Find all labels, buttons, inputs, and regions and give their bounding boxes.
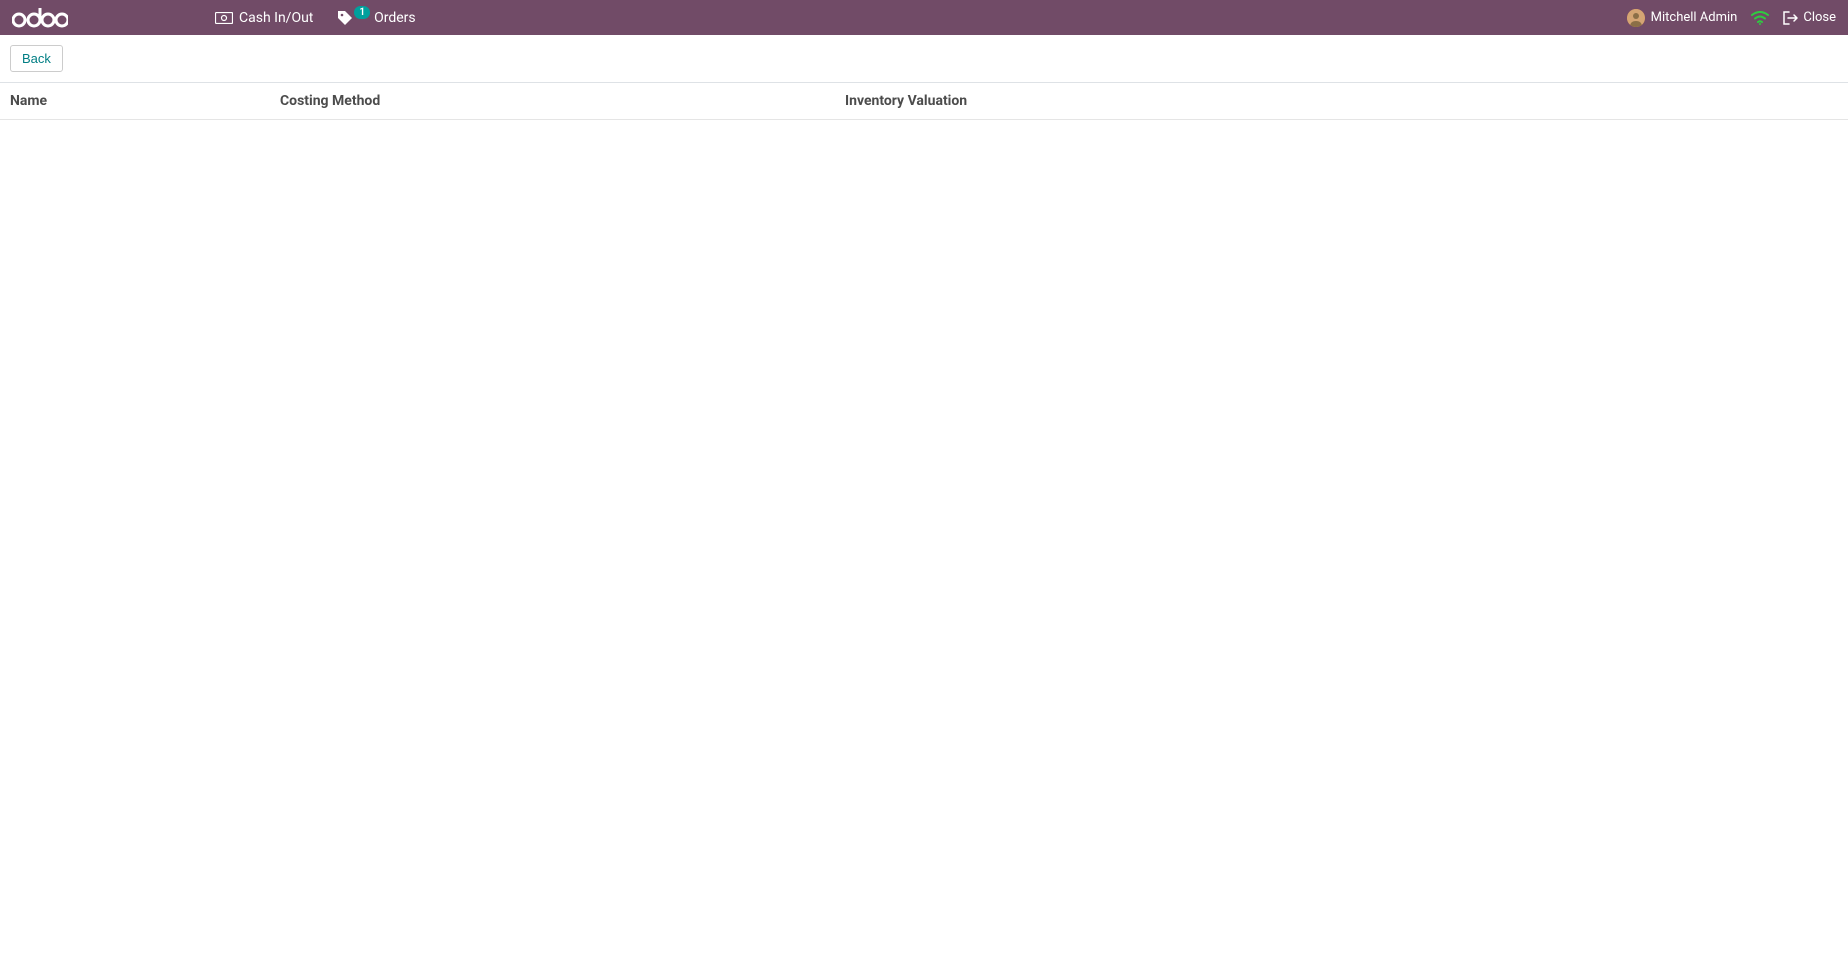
table-header-row: Name Costing Method Inventory Valuation [0, 83, 1848, 120]
cash-icon [215, 12, 233, 24]
top-navbar: Cash In/Out 1 Orders Mitchell [0, 0, 1848, 35]
user-menu[interactable]: Mitchell Admin [1627, 9, 1738, 27]
cash-in-out-button[interactable]: Cash In/Out [203, 10, 325, 26]
cash-label: Cash In/Out [239, 10, 313, 26]
odoo-logo[interactable] [12, 8, 68, 28]
orders-badge: 1 [354, 6, 370, 19]
avatar [1627, 9, 1645, 27]
close-button[interactable]: Close [1783, 10, 1836, 25]
tag-icon [337, 10, 353, 26]
user-name: Mitchell Admin [1651, 10, 1738, 25]
navbar-right: Mitchell Admin Close [1627, 9, 1836, 27]
subheader: Back [0, 35, 1848, 83]
column-header-inventory-valuation[interactable]: Inventory Valuation [845, 93, 1838, 109]
close-label: Close [1803, 10, 1836, 25]
back-button[interactable]: Back [10, 45, 63, 72]
column-header-name[interactable]: Name [10, 93, 280, 109]
orders-label: Orders [374, 10, 416, 26]
navbar-left: Cash In/Out 1 Orders [12, 8, 428, 28]
orders-button[interactable]: 1 Orders [325, 10, 427, 26]
wifi-icon [1751, 11, 1769, 25]
column-header-costing-method[interactable]: Costing Method [280, 93, 845, 109]
